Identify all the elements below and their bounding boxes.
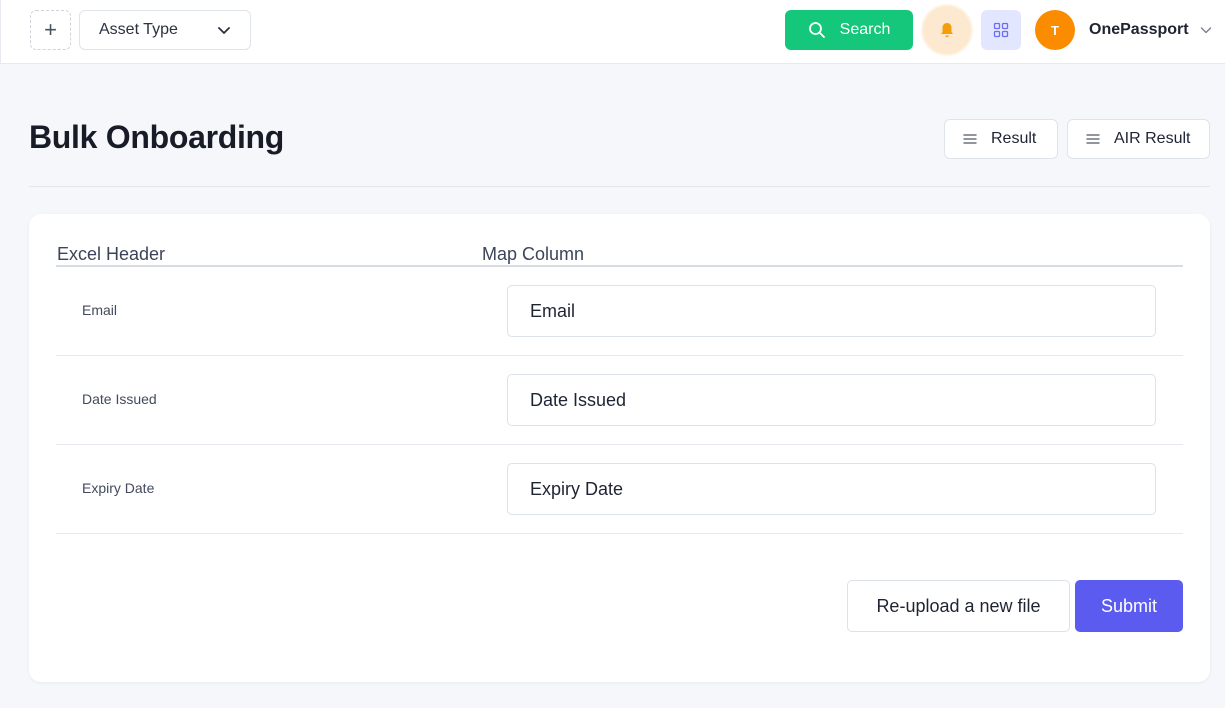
menu-lines-icon (963, 134, 977, 144)
plus-icon: + (44, 17, 57, 42)
search-button[interactable]: Search (785, 10, 913, 50)
chevron-down-icon (1200, 27, 1211, 34)
result-label: Result (991, 130, 1037, 147)
notifications-button[interactable] (923, 6, 971, 54)
apps-grid-button[interactable] (981, 10, 1021, 50)
menu-lines-icon (1086, 134, 1100, 144)
mapping-card: Excel Header Map Column Email Email Date… (29, 214, 1210, 682)
avatar[interactable]: T (1035, 10, 1075, 50)
excel-header-label: Date Issued (82, 391, 157, 407)
search-label: Search (839, 21, 891, 38)
air-result-button[interactable]: AIR Result (1067, 119, 1210, 159)
top-bar: + Asset Type Search T OnePassport (0, 0, 1225, 64)
reupload-file-button[interactable]: Re-upload a new file (847, 580, 1070, 632)
map-column-select[interactable]: Expiry Date (507, 463, 1156, 515)
excel-header-column-title: Excel Header (57, 244, 166, 264)
mapping-row-email: Email Email (56, 267, 1183, 356)
air-result-label: AIR Result (1114, 130, 1191, 147)
user-name: OnePassport (1089, 21, 1189, 38)
bell-icon (941, 23, 953, 38)
search-icon (808, 22, 825, 38)
asset-type-select[interactable]: Asset Type (79, 10, 251, 50)
map-column-select[interactable]: Date Issued (507, 374, 1156, 426)
mapping-row-expiry-date: Expiry Date Expiry Date (56, 445, 1183, 534)
excel-header-label: Email (82, 302, 118, 318)
submit-button[interactable]: Submit (1075, 580, 1183, 632)
map-column-select[interactable]: Email (507, 285, 1156, 337)
excel-header-label: Expiry Date (82, 480, 155, 496)
user-menu[interactable]: OnePassport (1089, 10, 1213, 50)
header-divider (29, 186, 1210, 187)
asset-type-value: Asset Type (99, 21, 178, 38)
map-column-title: Map Column (482, 244, 585, 264)
grid-icon (993, 22, 1009, 38)
mapping-row-date-issued: Date Issued Date Issued (56, 356, 1183, 445)
add-button[interactable]: + (30, 10, 71, 50)
result-button[interactable]: Result (944, 119, 1058, 159)
page-title: Bulk Onboarding (29, 119, 285, 155)
chevron-down-icon (218, 27, 230, 34)
